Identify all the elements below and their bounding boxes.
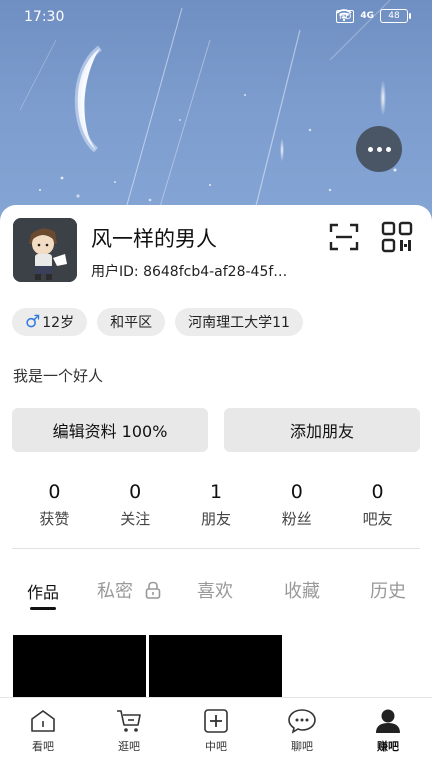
tab-private-label: 私密: [97, 581, 133, 602]
battery-icon: 48: [380, 9, 411, 23]
video-thumbnail[interactable]: [13, 635, 146, 700]
active-tab-indicator: [30, 607, 56, 610]
stat-friends[interactable]: 1 朋友: [176, 480, 257, 529]
stat-value: 0: [371, 481, 384, 503]
nav-label: 中吧: [205, 740, 227, 753]
status-bar: 17:30 HD 4G 48: [0, 0, 432, 34]
video-thumbnail[interactable]: [149, 635, 282, 700]
stat-label: 吧友: [362, 510, 393, 528]
status-time: 17:30: [24, 9, 65, 25]
status-indicators: HD 4G 48: [336, 9, 411, 23]
nav-label: 看吧: [32, 740, 54, 753]
dot-icon: [385, 146, 391, 152]
bottom-nav: 看吧 逛吧 中吧 聊吧 赚吧: [0, 697, 432, 769]
dot-icon: [367, 146, 373, 152]
profile-bio: 我是一个好人: [13, 367, 104, 385]
age-label: 12岁: [42, 315, 75, 331]
dot-icon: [376, 146, 382, 152]
stat-label: 粉丝: [281, 510, 312, 528]
qr-code-icon[interactable]: [381, 221, 413, 253]
user-id[interactable]: 用户ID: 8648fcb4-af28-45f…: [91, 261, 287, 281]
nav-label: 逛吧: [118, 740, 140, 753]
plus-box-icon: [204, 709, 228, 733]
nav-label: 赚吧: [377, 740, 399, 753]
more-options-button[interactable]: [356, 126, 402, 172]
home-icon: [31, 710, 55, 732]
chat-bubble-icon: [288, 709, 316, 734]
nav-label: 聊吧: [291, 740, 313, 753]
gender-age-tag: ♂ 12岁: [12, 308, 88, 336]
profile-name: 风一样的男人: [91, 227, 217, 251]
add-friend-button[interactable]: 添加朋友: [224, 408, 420, 452]
stat-bar-friends[interactable]: 0 吧友: [337, 480, 418, 529]
scan-icon[interactable]: [328, 221, 360, 253]
tab-private[interactable]: 私密: [97, 577, 161, 603]
stat-fans[interactable]: 0 粉丝: [256, 480, 337, 529]
tab-history[interactable]: 历史: [370, 577, 406, 603]
district-tag: 和平区: [97, 308, 166, 336]
tab-works[interactable]: 作品: [27, 579, 59, 603]
person-icon: [376, 709, 400, 733]
stats-row: 0 获赞 0 关注 1 朋友 0 粉丝 0 吧友: [14, 480, 418, 529]
tab-favorites[interactable]: 收藏: [284, 577, 320, 603]
cart-icon: [117, 710, 141, 732]
nav-item-guangba[interactable]: 逛吧: [99, 708, 159, 754]
lock-icon: [145, 581, 161, 599]
profile-tags: ♂ 12岁 和平区 河南理工大学11: [12, 308, 303, 336]
stat-likes[interactable]: 0 获赞: [14, 480, 95, 529]
stat-label: 朋友: [200, 510, 231, 528]
nav-item-zhuanba[interactable]: 赚吧: [358, 708, 418, 754]
stat-label: 获赞: [39, 510, 70, 528]
signal-4g-label: 4G: [360, 11, 374, 21]
tab-likes[interactable]: 喜欢: [197, 577, 233, 603]
school-tag: 河南理工大学11: [175, 308, 303, 336]
stat-value: 0: [129, 481, 142, 503]
content-tabs: 作品 私密 喜欢 收藏 历史: [0, 577, 432, 611]
nav-item-liaoba[interactable]: 聊吧: [272, 708, 332, 754]
avatar[interactable]: [13, 218, 77, 282]
wifi-icon: [336, 9, 352, 21]
stat-value: 1: [209, 481, 223, 503]
male-icon: ♂: [25, 312, 41, 332]
profile-card: 风一样的男人 用户ID: 8648fcb4-af28-45f… ♂ 12岁 和平…: [0, 205, 432, 768]
stat-value: 0: [290, 481, 303, 503]
night-sky-illustration: [19, 0, 397, 240]
edit-profile-button[interactable]: 编辑资料 100%: [12, 408, 208, 452]
stat-following[interactable]: 0 关注: [95, 480, 176, 529]
avatar-illustration: [13, 218, 77, 282]
profile-cover-image: 17:30 HD 4G 48: [0, 0, 432, 240]
stat-value: 0: [48, 481, 61, 503]
nav-item-zhongba[interactable]: 中吧: [186, 708, 246, 754]
divider: [12, 548, 420, 549]
stat-label: 关注: [120, 510, 151, 528]
nav-item-kanba[interactable]: 看吧: [13, 708, 73, 754]
